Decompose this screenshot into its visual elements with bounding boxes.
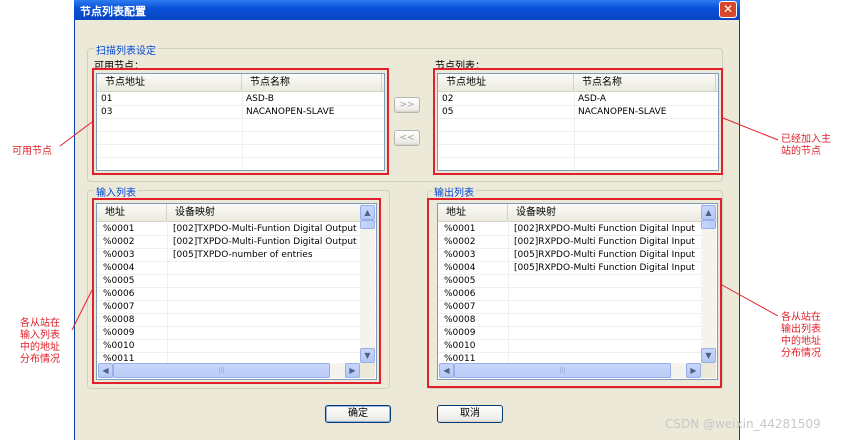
annotation-added-master: 已经加入主 站的节点 — [781, 134, 831, 157]
annotation-lines — [59, 117, 779, 331]
watermark: CSDN @weixin_44281509 — [665, 417, 821, 431]
annotation-output-distribution: 各从站在 输出列表 中的地址 分布情况 — [781, 312, 821, 359]
annotation-input-distribution: 各从站在 输入列表 中的地址 分布情况 — [20, 318, 60, 365]
annotation-available-nodes: 可用节点 — [12, 146, 52, 157]
